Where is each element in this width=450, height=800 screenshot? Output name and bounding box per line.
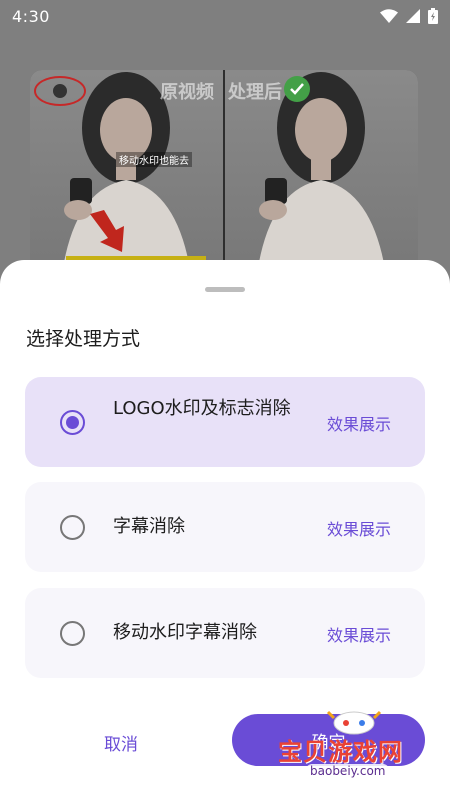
option-label: 移动水印字幕消除 xyxy=(113,622,257,643)
moving-caption: 移动水印也能去 xyxy=(116,152,192,167)
radio-button[interactable] xyxy=(60,410,85,435)
option-label: 字幕消除 xyxy=(113,516,185,537)
battery-icon xyxy=(428,8,438,24)
watermark-url: baobeiy.com xyxy=(306,764,390,778)
option-moving-watermark-removal[interactable]: 移动水印字幕消除 效果展示 xyxy=(25,588,425,678)
wifi-icon xyxy=(380,9,398,23)
arrow-icon xyxy=(90,210,124,252)
original-label: 原视频 xyxy=(160,82,214,103)
watermark-text: 宝贝游戏网 xyxy=(278,738,403,766)
drag-handle[interactable] xyxy=(205,287,245,292)
video-preview: 移动水印也能去 原视频 处理后 xyxy=(30,70,418,290)
cancel-button[interactable]: 取消 xyxy=(104,730,138,755)
radio-button[interactable] xyxy=(60,621,85,646)
processed-label: 处理后 xyxy=(228,82,282,103)
status-time: 4:30 xyxy=(12,6,50,26)
site-watermark: 宝贝游戏网 baobeiy.com xyxy=(268,706,440,792)
effect-demo-link[interactable]: 效果展示 xyxy=(327,622,391,646)
signal-icon xyxy=(406,9,420,23)
radio-button[interactable] xyxy=(60,515,85,540)
status-icons xyxy=(380,8,438,24)
logo-watermark-highlight xyxy=(34,76,86,106)
option-logo-removal[interactable]: LOGO水印及标志消除 效果展示 xyxy=(25,377,425,467)
effect-demo-link[interactable]: 效果展示 xyxy=(327,516,391,540)
status-bar: 4:30 xyxy=(0,0,450,32)
option-subtitle-removal[interactable]: 字幕消除 效果展示 xyxy=(25,482,425,572)
sheet-title: 选择处理方式 xyxy=(26,328,141,350)
check-icon xyxy=(284,76,310,102)
option-label: LOGO水印及标志消除 xyxy=(113,398,291,419)
effect-demo-link[interactable]: 效果展示 xyxy=(327,411,391,435)
